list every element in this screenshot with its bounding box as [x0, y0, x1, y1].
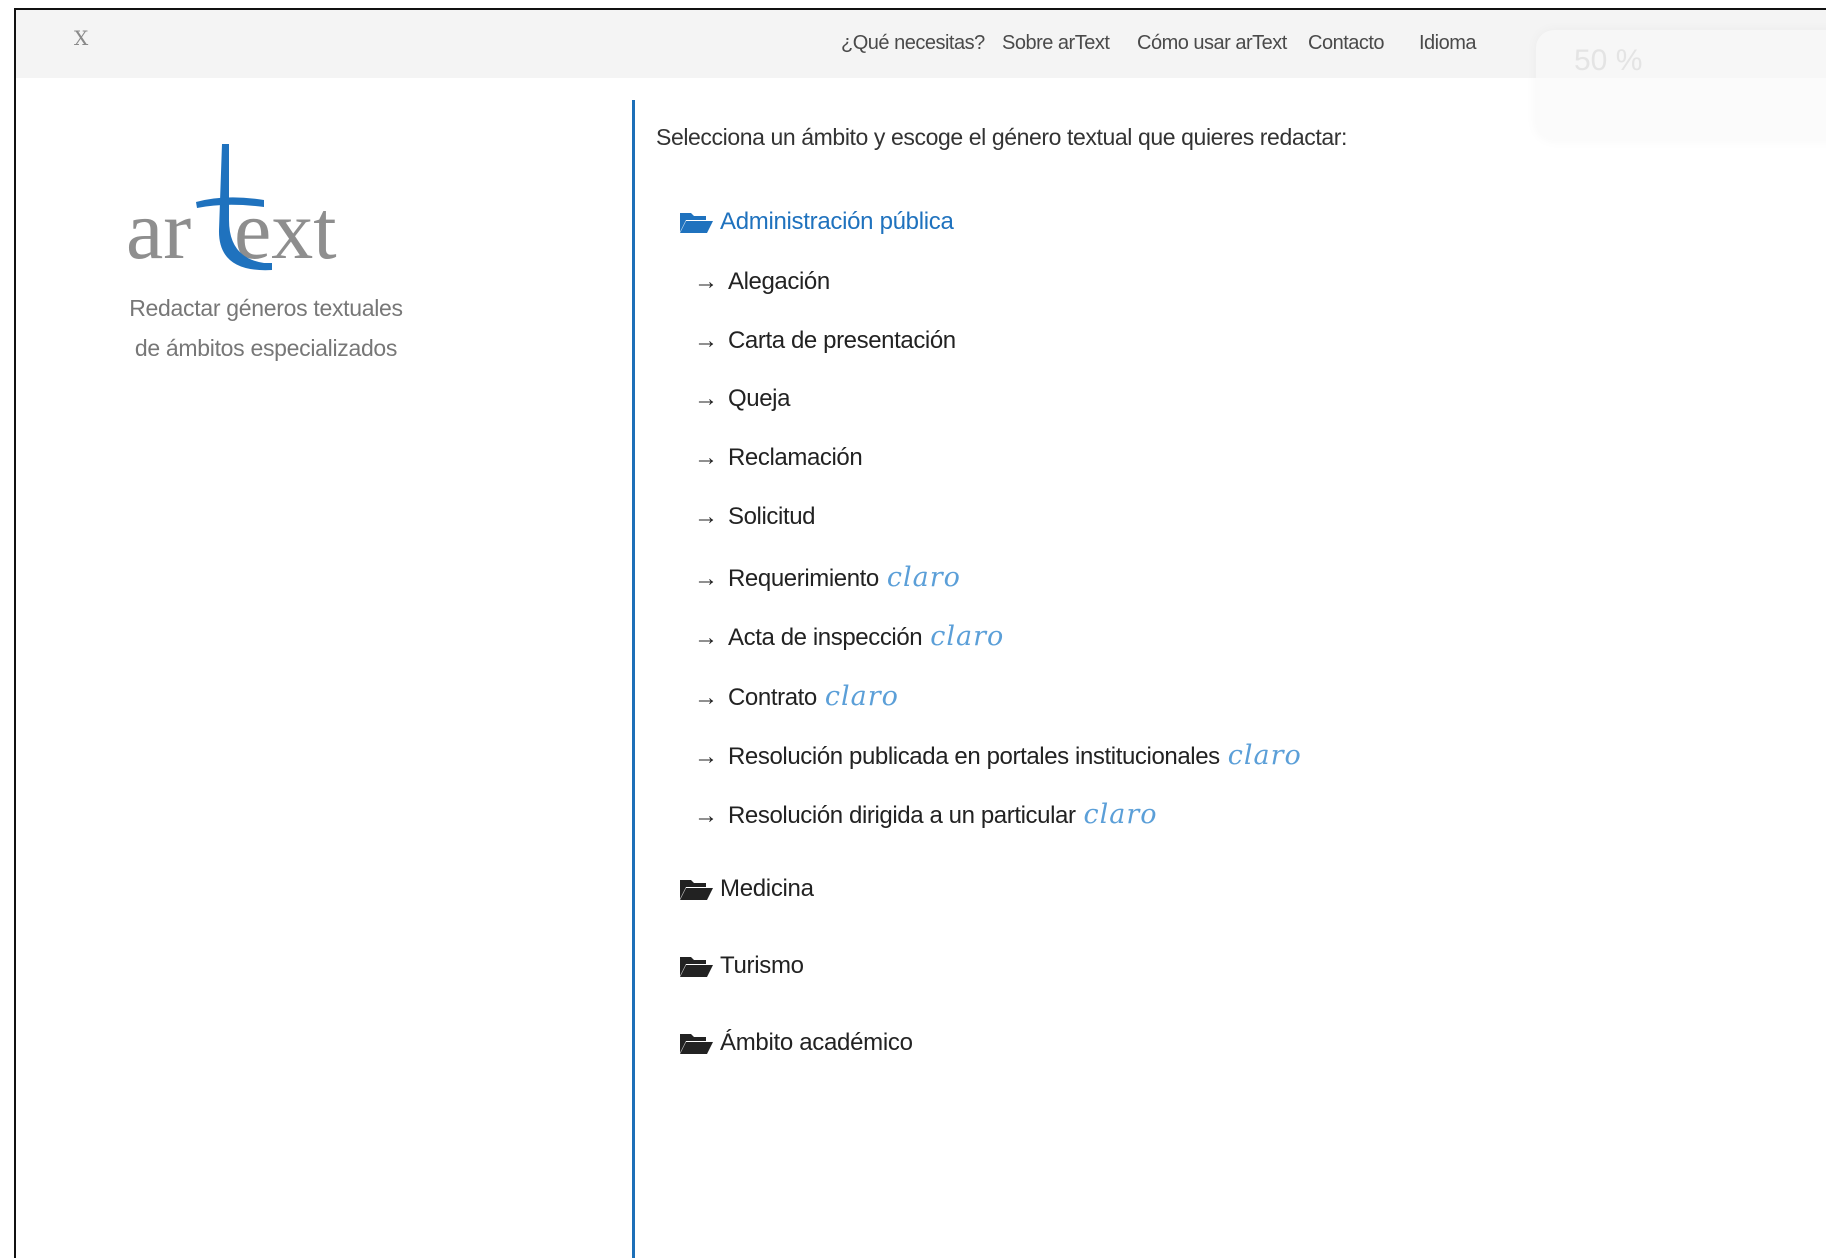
arrow-right-icon: → — [694, 385, 718, 412]
category-ambito-academico[interactable]: Ámbito académico — [678, 1029, 913, 1057]
arrow-right-icon: → — [694, 624, 718, 651]
arrow-right-icon: → — [694, 565, 718, 592]
nav-sobre-artext[interactable]: Sobre arText — [1002, 32, 1110, 55]
genre-label: Resolución publicada en portales institu… — [728, 743, 1220, 770]
arrow-right-icon: → — [694, 444, 718, 471]
genre-acta-de-inspeccion[interactable]: → Acta de inspección claro — [694, 621, 1004, 652]
genre-label: Queja — [728, 385, 791, 412]
genre-resolucion-particular[interactable]: → Resolución dirigida a un particular cl… — [694, 799, 1158, 830]
genre-contrato[interactable]: → Contrato claro — [694, 681, 899, 712]
genre-label: Solicitud — [728, 503, 816, 530]
nav-idioma[interactable]: Idioma — [1419, 32, 1477, 55]
artext-logo[interactable]: artext ar ext — [126, 138, 376, 278]
main-nav: ¿Qué necesitas? Sobre arText Cómo usar a… — [16, 32, 1826, 62]
arrow-right-icon: → — [694, 503, 718, 530]
genre-alegacion[interactable]: → Alegación — [694, 268, 830, 296]
genre-queja[interactable]: → Queja — [694, 385, 790, 413]
claro-badge: claro — [886, 562, 961, 593]
genre-label: Carta de presentación — [728, 327, 956, 354]
top-navigation-bar: X 50 % ¿Qué necesitas? Sobre arText Cómo… — [16, 10, 1826, 140]
genre-resolucion-portales[interactable]: → Resolución publicada en portales insti… — [694, 740, 1302, 771]
category-turismo[interactable]: Turismo — [678, 952, 804, 980]
svg-text:ar: ar — [126, 184, 191, 277]
arrow-right-icon: → — [694, 327, 718, 354]
claro-badge: claro — [824, 681, 899, 712]
genre-solicitud[interactable]: → Solicitud — [694, 503, 816, 531]
genre-label: Acta de inspección — [728, 624, 923, 651]
genre-label: Alegación — [728, 268, 830, 295]
category-label: Turismo — [720, 952, 804, 979]
tagline: Redactar géneros textuales de ámbitos es… — [56, 288, 476, 368]
arrow-right-icon: → — [694, 268, 718, 295]
genre-label: Resolución dirigida a un particular — [728, 802, 1076, 829]
arrow-right-icon: → — [694, 802, 718, 829]
genre-label: Reclamación — [728, 444, 863, 471]
divider — [632, 100, 635, 1258]
app-frame: X 50 % ¿Qué necesitas? Sobre arText Cómo… — [14, 8, 1826, 1258]
nav-que-necesitas[interactable]: ¿Qué necesitas? — [841, 32, 985, 55]
genre-label: Requerimiento — [728, 565, 879, 592]
category-label: Medicina — [720, 875, 814, 902]
folder-open-icon — [680, 957, 713, 977]
folder-open-icon — [680, 1034, 713, 1054]
claro-badge: claro — [930, 621, 1005, 652]
category-administracion-publica[interactable]: Administración pública — [678, 208, 954, 236]
intro-text: Selecciona un ámbito y escoge el género … — [656, 124, 1347, 150]
genre-requerimiento[interactable]: → Requerimiento claro — [694, 562, 961, 593]
nav-contacto[interactable]: Contacto — [1308, 32, 1385, 55]
folder-open-icon — [680, 880, 713, 900]
genre-label: Contrato — [728, 684, 817, 711]
tagline-line-1: Redactar géneros textuales — [129, 295, 403, 321]
category-medicina[interactable]: Medicina — [678, 875, 814, 903]
nav-como-usar[interactable]: Cómo usar arText — [1137, 32, 1287, 55]
folder-open-icon — [680, 213, 713, 233]
arrow-right-icon: → — [694, 743, 718, 770]
category-label: Administración pública — [720, 208, 954, 235]
sidebar: artext ar ext Redactar géneros textuales… — [16, 78, 632, 1258]
main-content: Selecciona un ámbito y escoge el género … — [656, 78, 1826, 1258]
genre-carta-de-presentacion[interactable]: → Carta de presentación — [694, 327, 956, 355]
category-label: Ámbito académico — [720, 1029, 913, 1056]
tagline-line-2: de ámbitos especializados — [134, 335, 398, 361]
arrow-right-icon: → — [694, 684, 718, 711]
genre-reclamacion[interactable]: → Reclamación — [694, 444, 863, 472]
claro-badge: claro — [1083, 799, 1158, 830]
claro-badge: claro — [1227, 740, 1302, 771]
